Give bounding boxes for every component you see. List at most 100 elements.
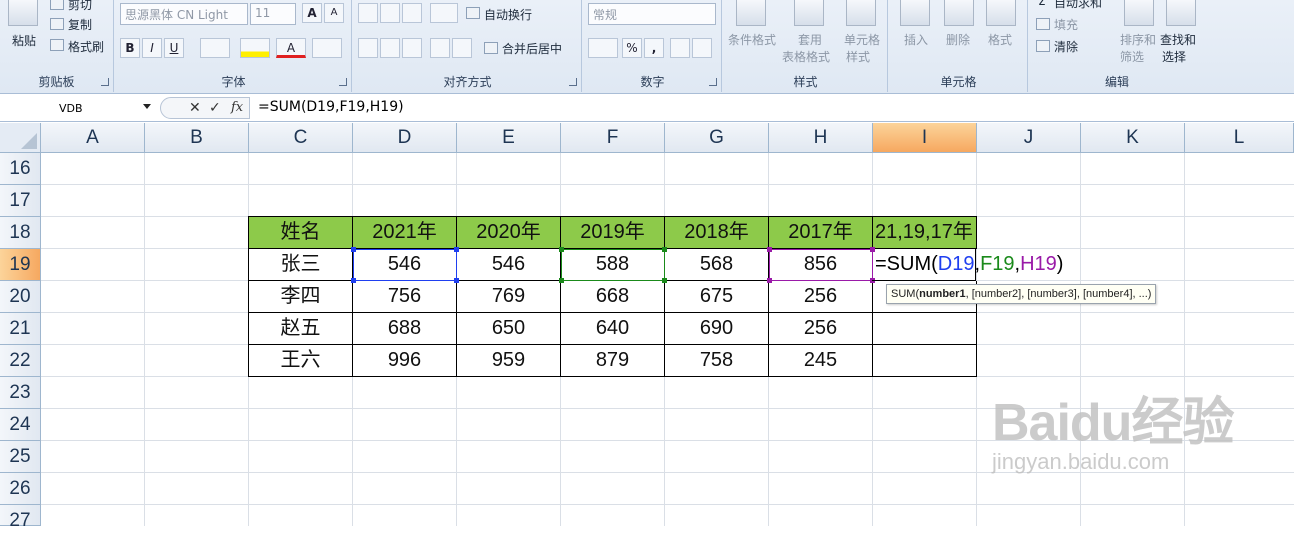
table-cell[interactable]: 756 [353, 281, 457, 313]
table-cell[interactable]: 769 [457, 281, 561, 313]
align-top-icon[interactable] [358, 3, 378, 23]
find-label-2[interactable]: 选择 [1162, 48, 1186, 65]
table-cell[interactable]: 568 [665, 249, 769, 281]
delete-button[interactable]: 删除 [946, 31, 970, 48]
italic-button[interactable]: I [142, 38, 162, 58]
number-launcher[interactable] [709, 78, 717, 86]
header-2020-cell[interactable]: 2020年 [457, 217, 561, 249]
row-header-20[interactable]: 20 [0, 281, 41, 313]
decrease-indent-icon[interactable] [430, 38, 450, 58]
paste-button[interactable]: 粘贴 [12, 32, 36, 49]
grow-font-button[interactable]: A [302, 3, 322, 23]
editing-cell-i19[interactable]: =SUM(D19,F19,H19) [872, 249, 1063, 281]
orientation-icon[interactable] [430, 3, 458, 23]
ref-handle[interactable] [351, 278, 356, 283]
clear-button[interactable]: 清除 [1054, 38, 1078, 55]
increase-indent-icon[interactable] [452, 38, 472, 58]
align-right-icon[interactable] [402, 38, 422, 58]
find-label-1[interactable]: 查找和 [1160, 31, 1196, 48]
column-header-f[interactable]: F [561, 123, 665, 153]
ref-handle[interactable] [454, 278, 459, 283]
table-cell[interactable]: 650 [457, 313, 561, 345]
autosum-button[interactable]: 自动求和 [1054, 0, 1102, 11]
header-sum-cell[interactable]: 21,19,17年 [873, 217, 977, 249]
align-bottom-icon[interactable] [402, 3, 422, 23]
column-header-l[interactable]: L [1185, 123, 1294, 153]
shrink-font-button[interactable]: A [324, 3, 344, 23]
column-header-c[interactable]: C [249, 123, 353, 153]
ref-handle[interactable] [767, 247, 772, 252]
row-header-21[interactable]: 21 [0, 313, 41, 345]
format-button[interactable]: 格式 [988, 31, 1012, 48]
clipboard-launcher[interactable] [101, 78, 109, 86]
table-cell[interactable]: 690 [665, 313, 769, 345]
row-header-18[interactable]: 18 [0, 217, 41, 249]
table-cell[interactable]: 758 [665, 345, 769, 377]
table-cell[interactable]: 256 [769, 281, 873, 313]
ref-handle[interactable] [767, 278, 772, 283]
cell-style-label-2[interactable]: 样式 [846, 48, 870, 65]
table-cell[interactable]: 546 [457, 249, 561, 281]
font-name-select[interactable]: 思源黑体 CN Light [120, 3, 248, 25]
column-header-i[interactable]: I [873, 123, 977, 153]
row-header-16[interactable]: 16 [0, 153, 41, 185]
decrease-decimal-icon[interactable] [692, 38, 712, 58]
number-format-select[interactable]: 常规 [588, 3, 716, 25]
column-header-e[interactable]: E [457, 123, 561, 153]
paste-icon[interactable] [8, 0, 38, 26]
alignment-launcher[interactable] [569, 78, 577, 86]
font-size-select[interactable]: 11 [250, 3, 296, 25]
fill-button[interactable]: 填充 [1054, 16, 1078, 33]
table-cell[interactable]: 王六 [249, 345, 353, 377]
align-left-icon[interactable] [358, 38, 378, 58]
column-header-g[interactable]: G [665, 123, 769, 153]
merge-center-button[interactable]: 合并后居中 [502, 40, 562, 57]
increase-decimal-icon[interactable] [670, 38, 690, 58]
row-header-22[interactable]: 22 [0, 345, 41, 377]
insert-function-icon[interactable]: fx [231, 100, 243, 115]
cut-button[interactable]: 剪切 [68, 0, 92, 13]
align-middle-icon[interactable] [380, 3, 400, 23]
table-cell[interactable]: 668 [561, 281, 665, 313]
currency-icon[interactable] [588, 38, 618, 58]
phonetic-icon[interactable] [312, 38, 342, 58]
column-header-k[interactable]: K [1081, 123, 1185, 153]
table-cell[interactable]: 959 [457, 345, 561, 377]
table-cell[interactable]: 245 [769, 345, 873, 377]
formula-input[interactable]: =SUM(D19,F19,H19) [258, 99, 404, 115]
column-header-b[interactable]: B [145, 123, 249, 153]
ref-handle[interactable] [559, 278, 564, 283]
bold-button[interactable]: B [120, 38, 140, 58]
row-header-19[interactable]: 19 [0, 249, 41, 281]
cancel-icon[interactable]: ✕ [189, 100, 201, 116]
font-launcher[interactable] [339, 78, 347, 86]
insert-button[interactable]: 插入 [904, 31, 928, 48]
select-all-button[interactable] [0, 123, 41, 153]
table-cell[interactable]: 996 [353, 345, 457, 377]
format-painter-button[interactable]: 格式刷 [68, 38, 104, 55]
name-box-dropdown-icon[interactable] [143, 104, 151, 109]
border-icon[interactable] [200, 38, 230, 58]
column-header-j[interactable]: J [977, 123, 1081, 153]
table-cell[interactable]: 640 [561, 313, 665, 345]
name-box[interactable]: VDB [2, 97, 154, 119]
fill-color-icon[interactable] [240, 38, 270, 58]
align-center-icon[interactable] [380, 38, 400, 58]
sort-label-1[interactable]: 排序和 [1120, 31, 1156, 48]
row-header-25[interactable]: 25 [0, 441, 41, 473]
table-format-label-2[interactable]: 表格格式 [782, 48, 830, 65]
copy-button[interactable]: 复制 [68, 16, 92, 33]
header-2019-cell[interactable]: 2019年 [561, 217, 665, 249]
table-cell[interactable]: 675 [665, 281, 769, 313]
ref-handle[interactable] [454, 247, 459, 252]
sum-cell-i21[interactable] [873, 313, 977, 345]
header-name-cell[interactable]: 姓名 [249, 217, 353, 249]
ref-handle[interactable] [662, 278, 667, 283]
row-header-26[interactable]: 26 [0, 473, 41, 505]
row-header-27[interactable]: 27 [0, 505, 41, 531]
table-cell[interactable]: 879 [561, 345, 665, 377]
table-cell[interactable]: 256 [769, 313, 873, 345]
table-format-label-1[interactable]: 套用 [798, 31, 822, 48]
column-header-a[interactable]: A [41, 123, 145, 153]
comma-button[interactable]: , [644, 38, 664, 58]
